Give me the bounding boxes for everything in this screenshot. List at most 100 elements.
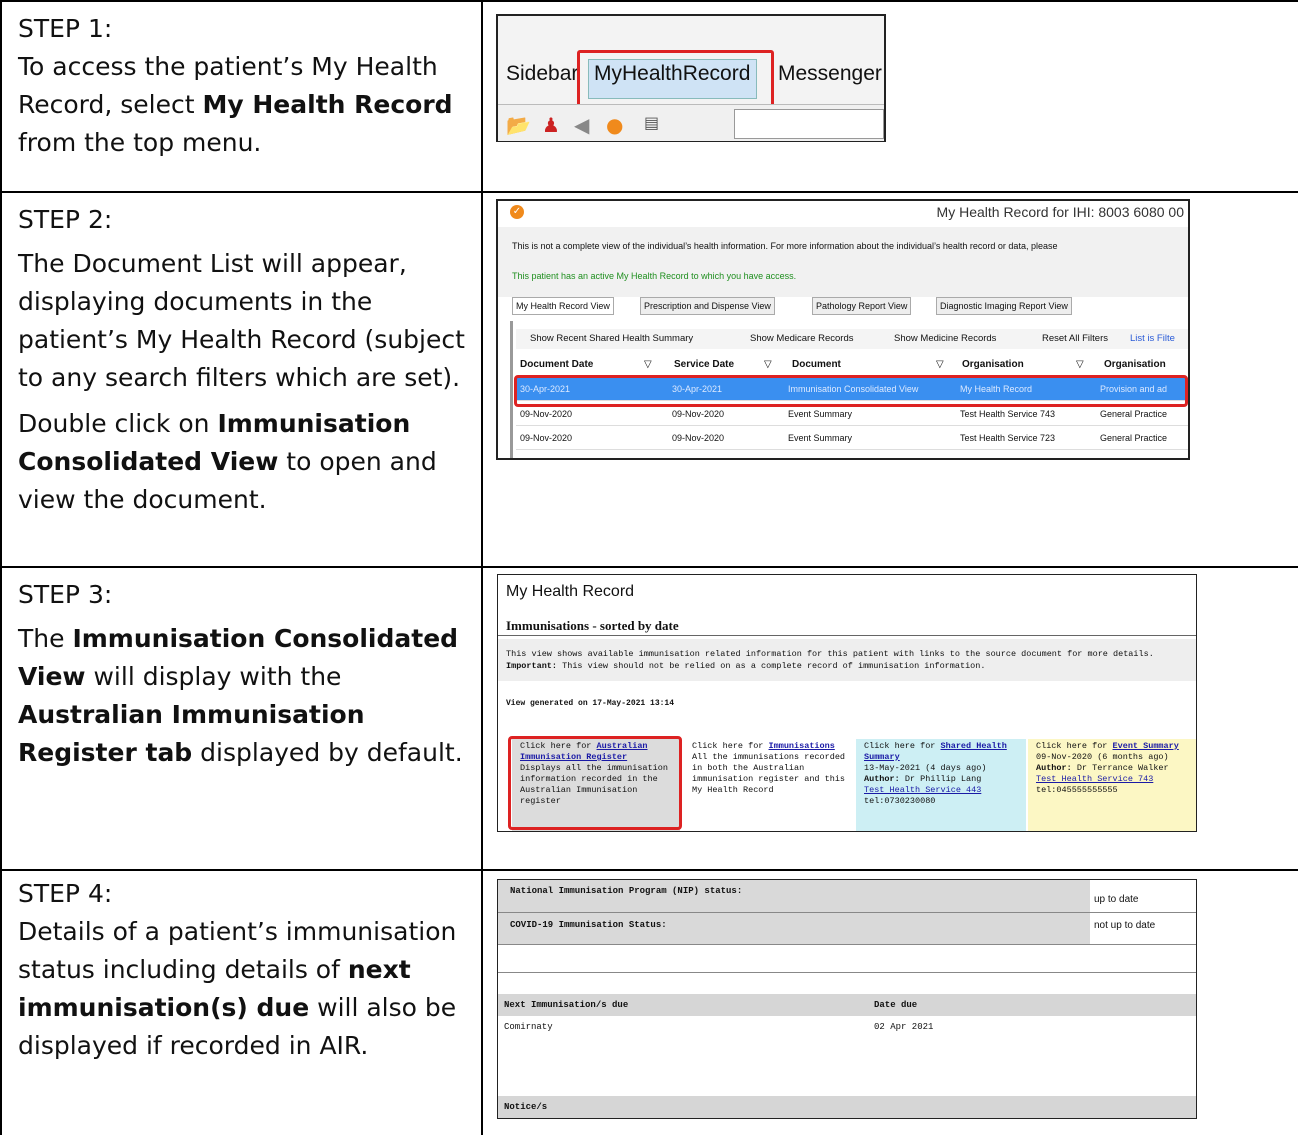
col-document-date[interactable]: Document Date xyxy=(520,359,593,370)
menu-sidebar[interactable]: Sidebar xyxy=(506,62,578,86)
step-heading: STEP 2: xyxy=(18,205,113,234)
col-document[interactable]: Document xyxy=(792,359,841,370)
box-description: All the immunisations recorded in both t… xyxy=(692,752,846,795)
col-service-date[interactable]: Service Date xyxy=(674,359,734,370)
tab-pathology[interactable]: Pathology Report View xyxy=(812,297,912,315)
toolbar-search-input[interactable] xyxy=(734,109,884,139)
divider xyxy=(498,972,1196,973)
immunisations-link[interactable]: Immunisations xyxy=(769,741,835,751)
reset-filters-button[interactable]: Reset All Filters xyxy=(1042,333,1108,344)
important-text: This view should not be relied on as a c… xyxy=(557,661,986,671)
step-1-text: STEP 1: To access the patient’s My Healt… xyxy=(18,10,473,170)
divider xyxy=(498,912,1196,913)
info-text: This view shows available immunisation r… xyxy=(506,649,1154,659)
tab-prescription-dispense[interactable]: Prescription and Dispense View xyxy=(640,297,775,315)
organisation-link[interactable]: Test Health Service 443 xyxy=(864,785,981,795)
immunisation-status-screenshot: National Immunisation Program (NIP) stat… xyxy=(497,879,1197,1119)
organisation-link[interactable]: Test Health Service 743 xyxy=(1036,774,1153,784)
health-record-icon[interactable]: ● xyxy=(606,113,623,137)
notice-text: This is not a complete view of the indiv… xyxy=(512,241,1058,251)
date-due-label: Date due xyxy=(874,1000,918,1010)
window-title: My Health Record for IHI: 8003 6080 00 xyxy=(936,204,1184,220)
step-3-body-mid: will display with the xyxy=(85,662,342,691)
author-label: Author: xyxy=(1036,763,1072,773)
immunisation-view-screenshot: My Health Record Immunisations - sorted … xyxy=(497,574,1197,832)
row-divider-2 xyxy=(0,566,1298,568)
tab-shared-health-summary[interactable]: Click here for Shared Health Summary 13-… xyxy=(856,739,1026,831)
view-subtitle: Immunisations - sorted by date xyxy=(506,618,679,633)
table-row[interactable]: 09-Nov-2020 09-Nov-2020 Event Summary Te… xyxy=(516,427,1188,450)
menu-myhealthrecord[interactable]: MyHealthRecord xyxy=(594,62,750,86)
filter-buttons: Show Recent Shared Health Summary Show M… xyxy=(516,329,1188,349)
notice-band: This is not a complete view of the indiv… xyxy=(498,227,1188,297)
step-1-body-end: from the top menu. xyxy=(18,128,262,157)
nip-status-label: National Immunisation Program (NIP) stat… xyxy=(510,886,743,896)
author-name: Dr Terrance Walker xyxy=(1071,763,1169,773)
telephone: tel:0730230080 xyxy=(864,796,936,806)
nip-status-value: up to date xyxy=(1094,894,1139,905)
tab-event-summary[interactable]: Click here for Event Summary 09-Nov-2020… xyxy=(1028,739,1196,831)
telephone: tel:045555555555 xyxy=(1036,785,1118,795)
box-prefix: Click here for xyxy=(864,741,941,751)
cell-service-date: 09-Nov-2020 xyxy=(672,409,725,419)
notices-label: Notice/s xyxy=(504,1102,548,1112)
event-summary-link[interactable]: Event Summary xyxy=(1113,741,1179,751)
person-icon[interactable]: ♟ xyxy=(542,113,560,137)
next-immunisation-label: Next Immunisation/s due xyxy=(504,1000,629,1010)
cell-document: Event Summary xyxy=(788,433,853,443)
tab-immunisations[interactable]: Click here for Immunisations All the imm… xyxy=(684,739,854,831)
step-3-body-end: displayed by default. xyxy=(192,738,463,767)
cell-organisation: Test Health Service 723 xyxy=(960,433,1056,443)
next-immunisation-item: Comirnaty xyxy=(504,1022,553,1032)
bell-icon[interactable]: ◀ xyxy=(574,113,589,137)
box-date: 13-May-2021 (4 days ago) xyxy=(864,763,987,773)
cell-organisation-type: General Practice xyxy=(1100,433,1168,443)
highlight-box xyxy=(508,736,682,830)
step-heading: STEP 3: xyxy=(18,580,113,609)
box-prefix: Click here for xyxy=(1036,741,1113,751)
next-immunisation-header: Next Immunisation/s due Date due xyxy=(498,994,1196,1016)
covid-status-label: COVID-19 Immunisation Status: xyxy=(510,920,667,930)
covid-status-value: not up to date xyxy=(1094,920,1156,931)
cell-document: Event Summary xyxy=(788,409,853,419)
divider xyxy=(498,635,1196,636)
box-date: 09-Nov-2020 (6 months ago) xyxy=(1036,752,1169,762)
col-organisation[interactable]: Organisation xyxy=(962,359,1024,370)
row-divider-3 xyxy=(0,869,1298,871)
next-immunisation-date: 02 Apr 2021 xyxy=(874,1022,934,1032)
menu-messenger[interactable]: Messenger xyxy=(778,62,882,86)
list-scrollbar[interactable] xyxy=(510,321,513,458)
show-medicare-records-button[interactable]: Show Medicare Records xyxy=(750,333,854,344)
filter-icon[interactable]: ▽ xyxy=(644,359,652,370)
list-filtered-link[interactable]: List is Filte xyxy=(1130,333,1175,344)
filter-icon[interactable]: ▽ xyxy=(936,359,944,370)
cell-document-date: 09-Nov-2020 xyxy=(520,409,573,419)
folder-icon[interactable]: 📂 xyxy=(506,113,531,137)
app-logo-icon: ✓ xyxy=(510,205,524,219)
step-heading: STEP 1: xyxy=(18,14,113,43)
tab-diagnostic-imaging[interactable]: Diagnostic Imaging Report View xyxy=(936,297,1072,315)
author-name: Dr Phillip Lang xyxy=(899,774,982,784)
toolbar: 📂 ♟ ◀ ● ▤ xyxy=(498,104,884,141)
step-3-text: STEP 3: The Immunisation Consolidated Vi… xyxy=(18,576,473,780)
show-medicine-records-button[interactable]: Show Medicine Records xyxy=(894,333,996,344)
filter-icon[interactable]: ▽ xyxy=(764,359,772,370)
col-organisation-type[interactable]: Organisation xyxy=(1104,359,1166,370)
show-shared-health-summary-button[interactable]: Show Recent Shared Health Summary xyxy=(530,333,693,344)
box-prefix: Click here for xyxy=(692,741,769,751)
step-1-bold: My Health Record xyxy=(202,90,453,119)
info-panel: This view shows available immunisation r… xyxy=(498,639,1196,681)
document-list-screenshot: ✓ My Health Record for IHI: 8003 6080 00… xyxy=(496,199,1190,460)
notices-header: Notice/s xyxy=(498,1096,1196,1118)
filter-icon[interactable]: ▽ xyxy=(1076,359,1084,370)
tab-my-health-record-view[interactable]: My Health Record View xyxy=(512,297,614,315)
step-3-body: The xyxy=(18,624,73,653)
divider xyxy=(498,944,1196,945)
highlight-box xyxy=(514,375,1188,407)
generated-date: View generated on 17-May-2021 13:14 xyxy=(506,699,675,708)
cell-service-date: 09-Nov-2020 xyxy=(672,433,725,443)
report-icon[interactable]: ▤ xyxy=(644,113,659,132)
cell-document-date: 09-Nov-2020 xyxy=(520,433,573,443)
column-headers: Document Date ▽ Service Date ▽ Document … xyxy=(516,359,1188,375)
important-label: Important: xyxy=(506,661,558,671)
